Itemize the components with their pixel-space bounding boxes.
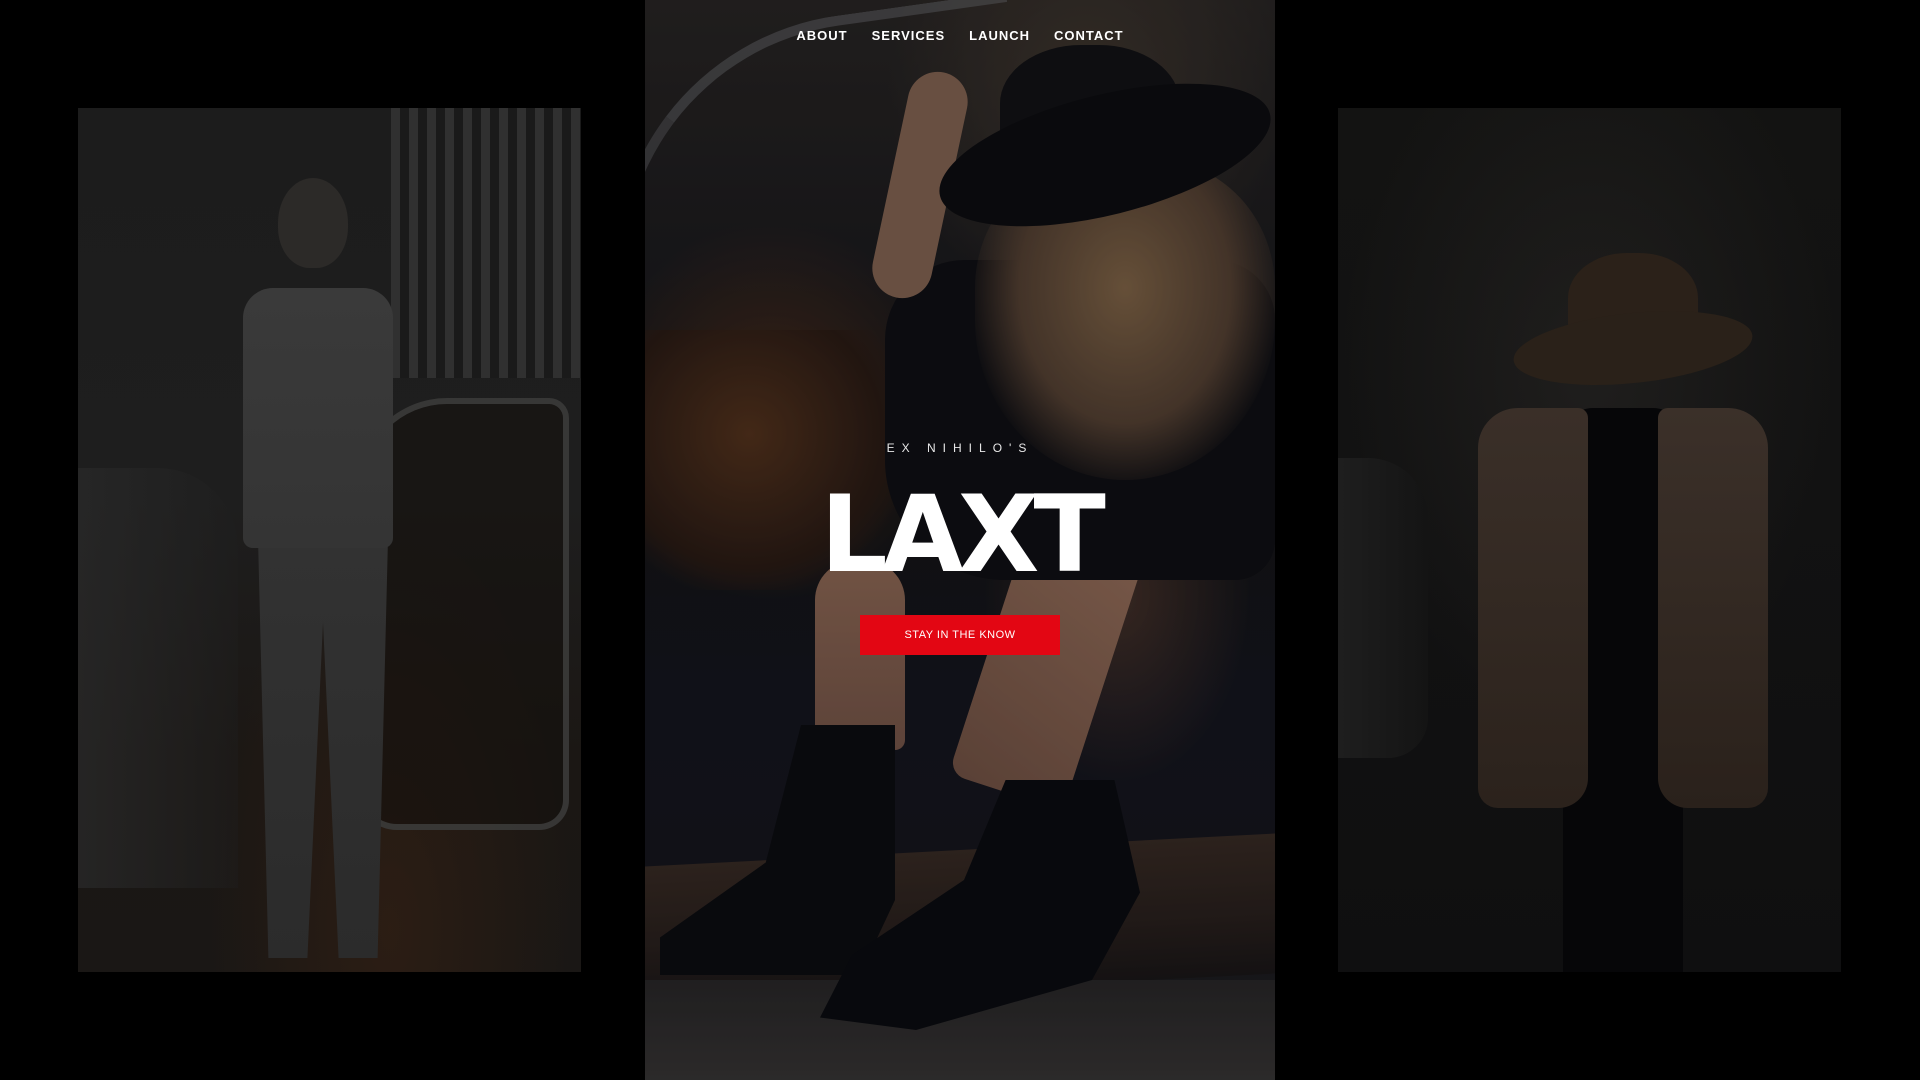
left-photo-figure-legs <box>258 538 388 958</box>
right-photo-hat-brim <box>1509 300 1757 396</box>
left-photo-figure-torso <box>243 288 393 548</box>
left-photo-background-wall <box>391 108 581 378</box>
nav-link-services[interactable]: SERVICES <box>872 24 946 47</box>
nav-link-about[interactable]: ABOUT <box>796 24 847 47</box>
main-nav: ABOUT SERVICES LAUNCH CONTACT <box>645 24 1275 47</box>
left-photo-figure-head <box>278 178 348 268</box>
page: ABOUT SERVICES LAUNCH CONTACT EX NIHILO'… <box>0 0 1920 1080</box>
nav-link-contact[interactable]: CONTACT <box>1054 24 1124 47</box>
right-photo-panel <box>1338 108 1841 972</box>
nav-link-launch[interactable]: LAUNCH <box>969 24 1030 47</box>
brand-title: LAXT <box>820 473 1106 596</box>
right-photo-vest-right <box>1658 408 1768 808</box>
stay-in-the-know-button[interactable]: STAY IN THE KNOW <box>860 615 1060 655</box>
right-photo-vest-left <box>1478 408 1588 808</box>
right-photo-car <box>1338 458 1428 758</box>
hero-eyebrow: EX NIHILO'S <box>886 441 1034 455</box>
left-photo-car-body <box>78 468 238 888</box>
left-photo-panel <box>78 108 581 972</box>
